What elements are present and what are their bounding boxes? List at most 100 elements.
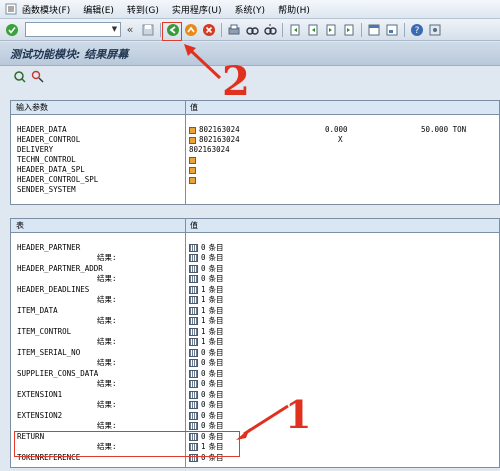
table-entries-cell: 1 条目 [189, 327, 224, 337]
shortcut-icon[interactable] [384, 22, 400, 38]
execute-again-icon[interactable] [29, 68, 45, 84]
find-next-icon[interactable] [262, 22, 278, 38]
table-contents-icon[interactable] [189, 254, 198, 262]
entry-count: 0 [201, 274, 206, 283]
result-label: 结果: [97, 274, 117, 283]
table-entries-cell: 0 条目 [189, 369, 224, 379]
toolbar-separator [221, 22, 222, 37]
entry-count: 0 [201, 243, 206, 252]
result-label: 结果: [97, 358, 117, 367]
table-param-name: EXTENSION2 [17, 411, 63, 420]
entry-count: 1 [201, 295, 206, 304]
entry-count: 1 [201, 327, 206, 336]
param-extra-value: 0.000 [325, 125, 348, 134]
table-contents-icon[interactable] [189, 370, 198, 378]
structure-detail-icon[interactable] [189, 176, 196, 184]
menu-system[interactable]: 系统(Y) [235, 3, 266, 16]
table-contents-icon[interactable] [189, 401, 198, 409]
param-extra-value: X [338, 135, 343, 144]
menu-help[interactable]: 帮助(H) [278, 3, 310, 16]
sap-menu-icon[interactable] [4, 2, 18, 16]
toolbar-separator [160, 22, 161, 37]
entry-count: 0 [201, 411, 206, 420]
exit-icon[interactable] [183, 22, 199, 38]
entry-count: 0 [201, 421, 206, 430]
table-contents-icon[interactable] [189, 286, 198, 294]
table-contents-icon[interactable] [189, 328, 198, 336]
tables-panel-header: 表 值 [11, 219, 499, 233]
find-icon[interactable] [244, 22, 260, 38]
entry-count: 0 [201, 253, 206, 262]
toolbar-separator [404, 22, 405, 37]
table-contents-icon[interactable] [189, 244, 198, 252]
debug-icon[interactable] [11, 68, 27, 84]
entries-label: 条目 [208, 274, 224, 283]
enter-icon[interactable] [4, 22, 20, 38]
entry-count: 0 [201, 379, 206, 388]
entries-label: 条目 [208, 253, 224, 262]
table-contents-icon[interactable] [189, 349, 198, 357]
menu-goto[interactable]: 转到(G) [127, 3, 159, 16]
table-contents-icon[interactable] [189, 422, 198, 430]
last-page-icon[interactable] [341, 22, 357, 38]
import-param-row: DELIVERY [17, 145, 53, 155]
table-contents-icon[interactable] [189, 265, 198, 273]
table-param-name: EXTENSION1 [17, 390, 63, 399]
table-contents-icon[interactable] [189, 296, 198, 304]
result-label: 结果: [97, 253, 117, 262]
screen-title-bar: 测试功能模块: 结果屏幕 [0, 42, 500, 66]
first-page-icon[interactable] [287, 22, 303, 38]
entry-count: 0 [201, 358, 206, 367]
table-contents-icon[interactable] [189, 380, 198, 388]
import-param-row: HEADER_DATA [17, 125, 67, 135]
table-contents-icon[interactable] [189, 307, 198, 315]
param-value-cell [189, 175, 199, 185]
structure-detail-icon[interactable] [189, 126, 196, 134]
print-icon[interactable] [226, 22, 242, 38]
application-toolbar [0, 67, 500, 85]
table-entries-cell: 0 条目 [189, 390, 224, 400]
param-name: SENDER_SYSTEM [17, 185, 76, 194]
table-contents-icon[interactable] [189, 275, 198, 283]
annotation-label-2: 2 [222, 58, 250, 105]
table-contents-icon[interactable] [189, 359, 198, 367]
entry-count: 0 [201, 400, 206, 409]
command-field[interactable]: ▼ [25, 22, 121, 37]
entries-label: 条目 [208, 285, 224, 294]
page-title: 测试功能模块: 结果屏幕 [10, 47, 129, 61]
cancel-icon[interactable] [201, 22, 217, 38]
structure-detail-icon[interactable] [189, 166, 196, 174]
table-contents-icon[interactable] [189, 412, 198, 420]
entry-count: 0 [201, 369, 206, 378]
entry-count: 0 [201, 348, 206, 357]
toolbar-separator [282, 22, 283, 37]
structure-detail-icon[interactable] [189, 156, 196, 164]
structure-detail-icon[interactable] [189, 136, 196, 144]
next-page-icon[interactable] [323, 22, 339, 38]
import-param-row: HEADER_DATA_SPL [17, 165, 85, 175]
menu-function-module[interactable]: 函数模块(F) [22, 3, 70, 16]
menu-edit[interactable]: 编辑(E) [83, 3, 114, 16]
table-param-name: ITEM_DATA [17, 306, 58, 315]
chevron-down-icon[interactable]: ▼ [110, 23, 119, 36]
menu-utilities[interactable]: 实用程序(U) [172, 3, 222, 16]
import-param-row: SENDER_SYSTEM [17, 185, 76, 195]
help-icon[interactable]: ? [409, 22, 425, 38]
prev-page-icon[interactable] [305, 22, 321, 38]
tables-col-header-name: 表 [11, 219, 186, 232]
customize-icon[interactable] [427, 22, 443, 38]
table-contents-icon[interactable] [189, 391, 198, 399]
back-nav-icon[interactable]: « [122, 22, 138, 38]
param-name: HEADER_CONTROL [17, 135, 81, 144]
table-contents-icon[interactable] [189, 338, 198, 346]
save-icon[interactable] [140, 22, 156, 38]
param-name: HEADER_DATA_SPL [17, 165, 85, 174]
entries-label: 条目 [208, 264, 224, 273]
table-contents-icon[interactable] [189, 317, 198, 325]
result-label: 结果: [97, 337, 117, 346]
table-entries-cell: 0 条目 [189, 253, 224, 263]
entries-label: 条目 [208, 369, 224, 378]
tables-col-header-value: 值 [190, 221, 198, 230]
entries-label: 条目 [208, 358, 224, 367]
new-session-icon[interactable] [366, 22, 382, 38]
